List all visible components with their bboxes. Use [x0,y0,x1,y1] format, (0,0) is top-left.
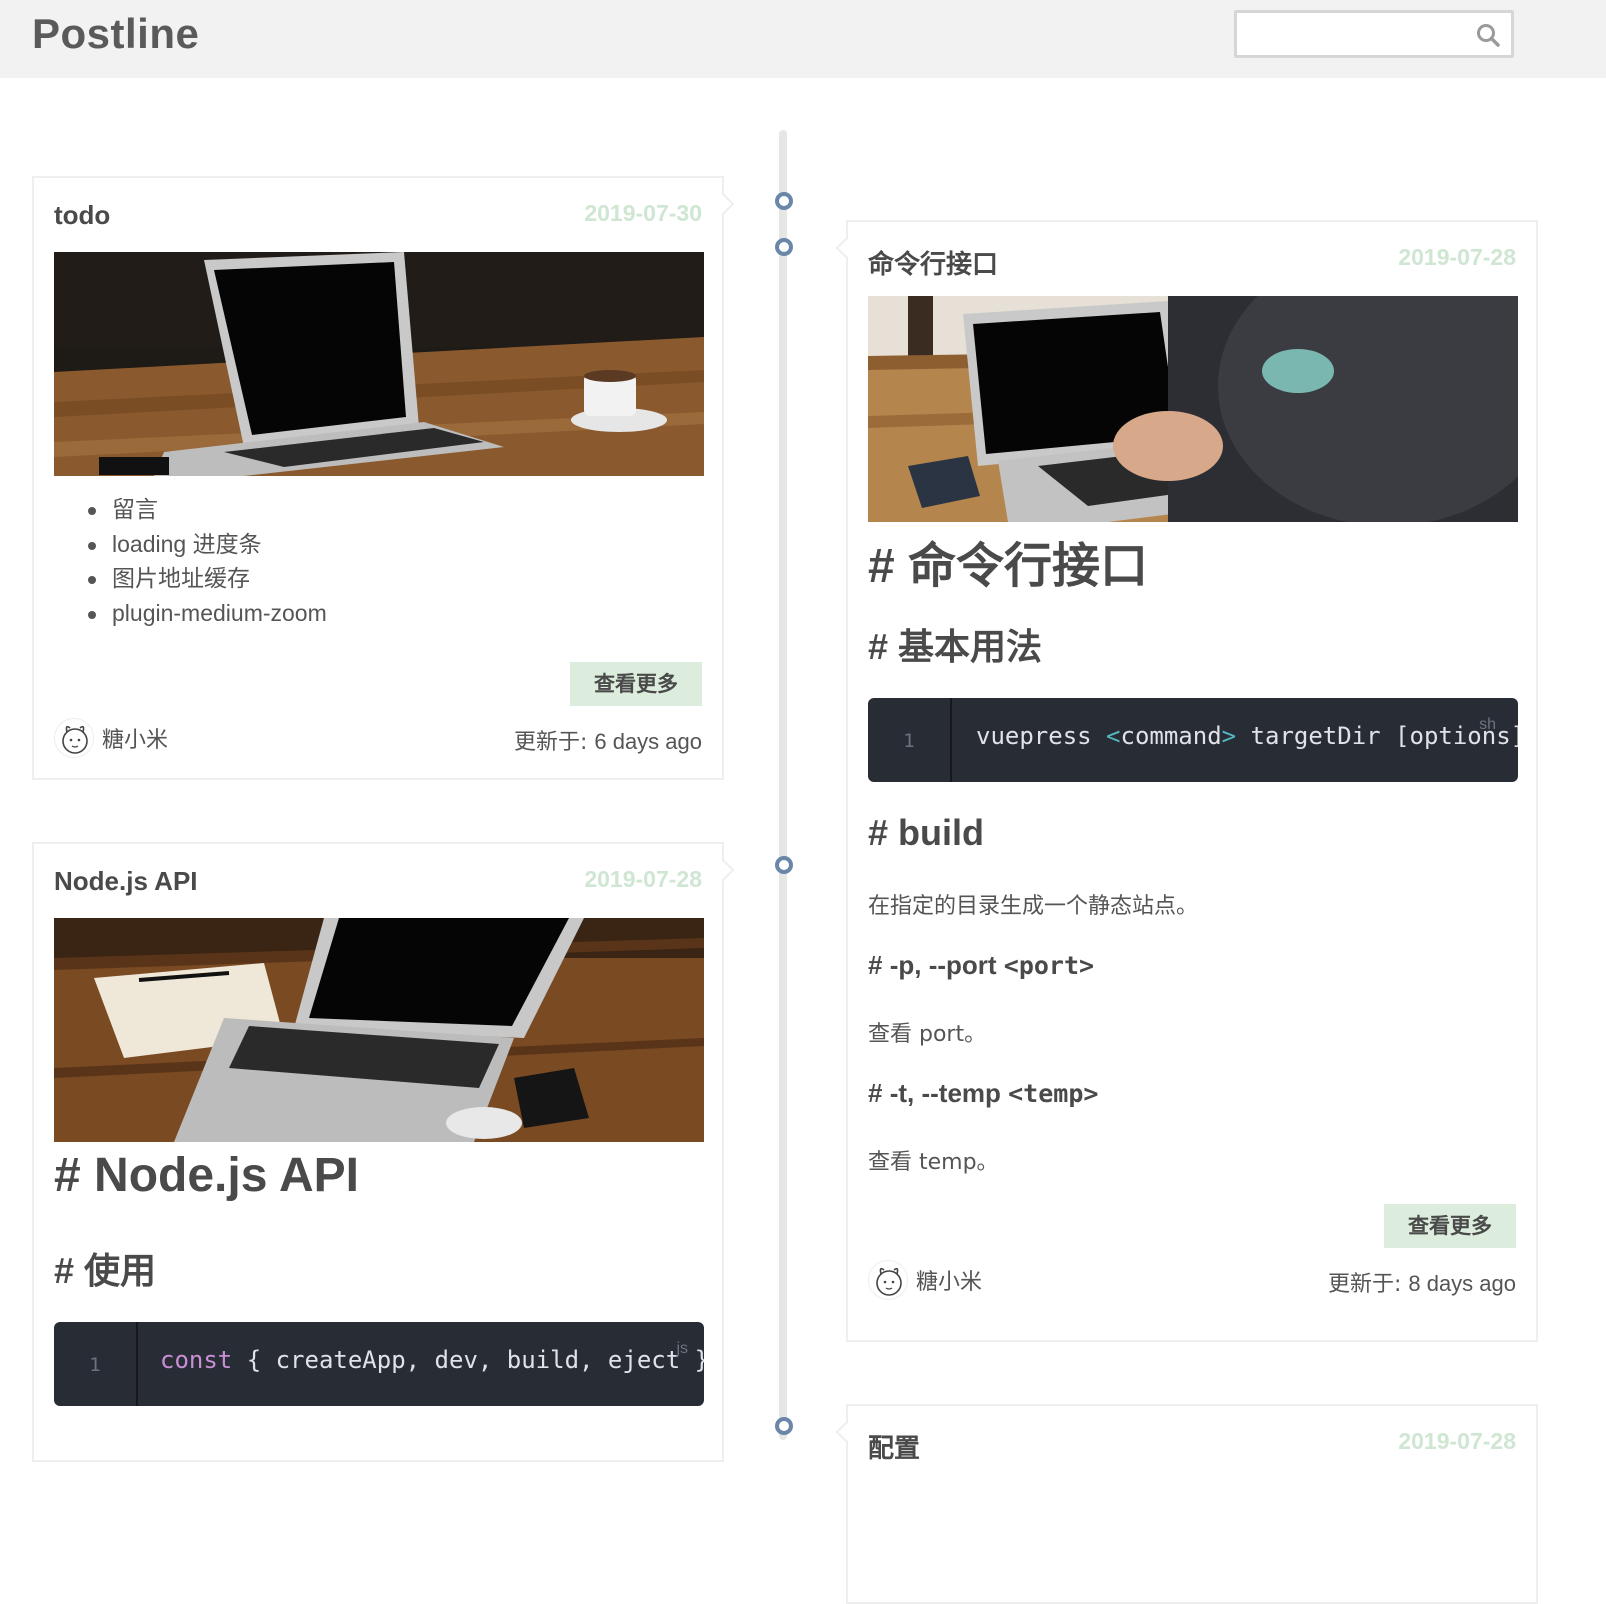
code-line: vuepress <command> targetDir [options] [976,722,1518,750]
search-input[interactable] [1243,19,1463,49]
post-heading-h1: # 命令行接口 [868,540,1149,593]
updated-value: 8 days ago [1408,1271,1516,1296]
updated-label: 更新于: [513,730,588,755]
card-pointer [835,236,859,260]
timeline-node [775,1417,793,1435]
updated-label: 更新于: [1327,1272,1402,1297]
post-date: 2019-07-28 [584,866,702,892]
card-pointer [711,858,735,882]
post-title[interactable]: 命令行接口 [868,244,998,281]
updated-info: 更新于: 6 days ago [514,724,702,756]
post-heading-h2: # build [868,812,985,853]
post-author[interactable]: 糖小米 [868,1260,982,1300]
author-name: 糖小米 [916,1270,983,1295]
list-item: plugin-medium-zoom [54,596,694,631]
read-more-button[interactable]: 查看更多 [570,662,702,706]
paragraph: 查看 port。 [868,1022,987,1047]
line-number-gutter: 1 [54,1322,138,1406]
line-number-gutter: 1 [868,698,952,782]
post-title[interactable]: todo [54,200,110,231]
post-card-nodejs-api: Node.js API 2019-07-28 # Node.js API # 使… [32,842,735,1462]
timeline-node [775,238,793,256]
avatar [54,718,94,758]
post-cover-image[interactable] [54,252,704,476]
read-more-button[interactable]: 查看更多 [1384,1204,1516,1248]
post-heading-h2: # 基本用法 [868,626,1043,667]
post-date: 2019-07-30 [584,200,702,226]
timeline-node [775,856,793,874]
code-line: const { createApp, dev, build, eject } [160,1346,704,1374]
search-icon[interactable] [1475,22,1501,48]
post-cover-image[interactable] [868,296,1518,522]
search-box[interactable] [1234,10,1514,58]
todo-list: 留言 loading 进度条 图片地址缓存 plugin-medium-zoom [54,492,694,630]
avatar [868,1260,908,1300]
timeline-node [775,192,793,210]
post-heading-h4: # -t, --temp <temp> [868,1078,1099,1108]
post-author[interactable]: 糖小米 [54,718,168,758]
timeline-line [779,130,787,1440]
post-title[interactable]: 配置 [868,1428,920,1465]
post-title[interactable]: Node.js API [54,866,198,897]
site-brand[interactable]: Postline [32,10,199,58]
code-block[interactable]: 1 vuepress <command> targetDir [options]… [868,698,1518,782]
post-card-todo: todo 2019-07-30 留言 loading 进度条 图片地址缓存 pl… [32,176,735,780]
post-card-config: 配置 2019-07-28 [835,1404,1538,1604]
top-navbar: Postline [0,0,1606,78]
card-pointer [711,192,735,216]
list-item: 留言 [54,492,694,527]
post-card-cli: 命令行接口 2019-07-28 # 命令行接口 # 基本用法 1 vuepre… [835,220,1538,1342]
code-language-label: sh [1479,716,1496,733]
author-name: 糖小米 [102,728,169,753]
list-item: 图片地址缓存 [54,561,694,596]
paragraph: 在指定的目录生成一个静态站点。 [868,894,1199,919]
post-heading-h1: # Node.js API [54,1149,359,1202]
updated-info: 更新于: 8 days ago [1328,1266,1516,1298]
updated-value: 6 days ago [594,729,702,754]
paragraph: 查看 temp。 [868,1150,999,1175]
post-cover-image[interactable] [54,918,704,1142]
post-heading-h4: # -p, --port <port> [868,950,1095,980]
post-heading-h2: # 使用 [54,1250,157,1291]
post-date: 2019-07-28 [1398,244,1516,270]
post-date: 2019-07-28 [1398,1428,1516,1454]
code-block[interactable]: 1 const { createApp, dev, build, eject }… [54,1322,704,1406]
code-language-label: js [676,1340,688,1357]
card-pointer [835,1420,859,1444]
list-item: loading 进度条 [54,527,694,562]
